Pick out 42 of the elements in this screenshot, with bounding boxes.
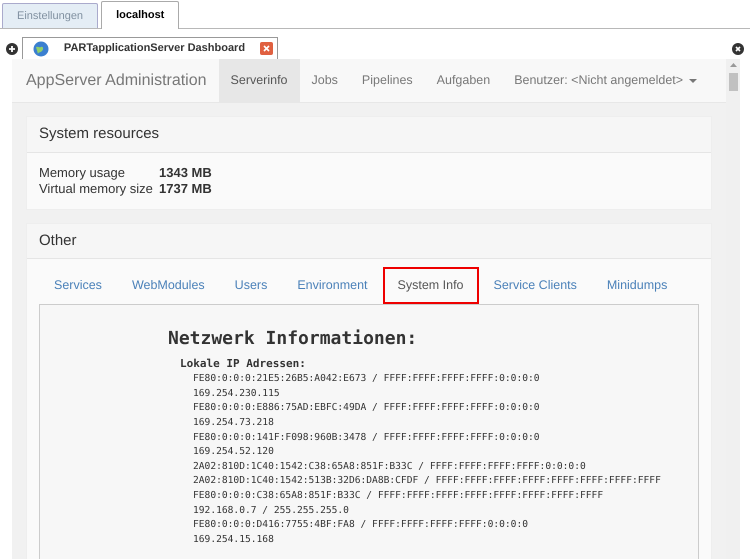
tab[interactable]: Environment <box>282 267 383 304</box>
tab[interactable]: WebModules <box>116 267 220 304</box>
nav-item[interactable]: Aufgaben <box>424 59 502 102</box>
section-heading: Netzwerk Informationen: <box>168 326 418 351</box>
address-line: 169.254.230.115 <box>193 386 281 401</box>
address-line: FE80:0:0:0:D416:7755:4BF:FA8 / FFFF:FFFF:FFFF:FFFF:0:0:0:0 <box>193 518 530 532</box>
nav-item[interactable]: Serverinfo <box>218 59 300 102</box>
address-line: 169.254.52.120 <box>193 445 275 460</box>
resource-label: Memory usage <box>39 164 126 180</box>
tab[interactable]: Minidumps <box>592 267 682 304</box>
nav-item[interactable]: Jobs <box>300 59 350 102</box>
address-line: FE80:0:0:0:E886:75AD:EBFC:49DA / FFFF:FFFF:FFFF:FFFF:0:0:0:0 <box>193 401 541 416</box>
panel-title: System resources <box>27 117 711 152</box>
address-line: FE80:0:0:0:21E5:26B5:A042:E673 / FFFF:FFFF:FFFF:FFFF:0:0:0:0 <box>193 372 541 386</box>
tab[interactable]: Services <box>39 267 117 304</box>
address-line: 169.254.15.168 <box>193 532 275 547</box>
address-line: 2A02:810D:1C40:1542:C38:65A8:851F:B33C / FFFF:FFFF:FFFF:FFFF:0:0:0:0 <box>193 460 587 474</box>
scroll-up-icon[interactable] <box>730 63 736 67</box>
tab[interactable]: Service Clients <box>478 267 592 304</box>
resource-value: 1343 MB <box>159 164 212 180</box>
globe-icon <box>33 40 49 56</box>
address-line: 192.168.0.7 / 255.255.255.0 <box>193 504 350 518</box>
subheading: Lokale IP Adressen: <box>180 356 307 372</box>
tab-title: PARTapplicationServer Dashboard <box>62 41 246 56</box>
tab[interactable]: Users <box>220 267 282 304</box>
add-tab-icon[interactable] <box>6 43 18 55</box>
address-line: FE80:0:0:0:C38:65A8:851F:B33C / FFFF:FFFF:FFFF:FFFF:FFFF:FFFF:FFFF:FFFF <box>193 489 604 503</box>
tab[interactable]: System Info <box>382 267 479 304</box>
app-title[interactable]: AppServer Administration <box>26 68 207 92</box>
address-line: 169.254.73.218 <box>193 416 275 430</box>
panel-title: Other <box>27 224 711 259</box>
address-line: 2A02:810D:1C40:1542:513B:32D6:DA8B:CFDF / FFFF:FFFF:FFFF:FFFF:FFFF:FFFF:FFFF:FFFF <box>193 474 662 488</box>
nav-item[interactable]: Pipelines <box>350 59 425 102</box>
window-tab[interactable]: localhost <box>101 1 180 29</box>
close-icon[interactable] <box>732 43 744 55</box>
document-tab[interactable]: PARTapplicationServer Dashboard <box>22 37 278 59</box>
resource-value: 1737 MB <box>159 180 212 196</box>
scroll-thumb[interactable] <box>728 73 738 91</box>
resource-label: Virtual memory size <box>39 180 154 196</box>
address-line: FE80:0:0:0:141F:F098:960B:3478 / FFFF:FFFF:FFFF:FFFF:0:0:0:0 <box>193 430 541 445</box>
user-menu[interactable]: Benutzer: <Nicht angemeldet> <box>502 59 710 102</box>
window-tab[interactable]: Einstellungen <box>2 3 98 28</box>
